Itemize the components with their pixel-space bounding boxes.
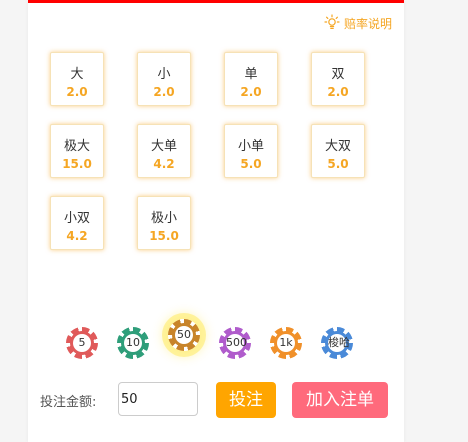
chip-4[interactable]: 1k bbox=[270, 327, 302, 359]
betting-panel: 赔率说明 大 2.0 小 2.0 单 2.0 双 2.0 极大 15.0 大单 4.2 小单 5.0 大双 5… bbox=[28, 0, 404, 442]
add-to-slip-button[interactable]: 加入注单 bbox=[292, 382, 388, 418]
chip-2[interactable]: 50 bbox=[168, 319, 200, 351]
chip-selector: 5 10 50 500 1k 梭哈 bbox=[66, 319, 366, 361]
top-accent-bar bbox=[28, 0, 404, 3]
chip-1[interactable]: 10 bbox=[117, 327, 149, 359]
chip-0[interactable]: 5 bbox=[66, 327, 98, 359]
chip-label: 10 bbox=[124, 334, 142, 352]
chip-5[interactable]: 梭哈 bbox=[321, 327, 353, 359]
bet-option-name: 小双 bbox=[63, 211, 90, 226]
bet-option-odds: 2.0 bbox=[153, 85, 175, 99]
lightbulb-icon bbox=[324, 14, 340, 33]
bet-option[interactable]: 小 2.0 bbox=[137, 52, 191, 106]
bet-option-name: 极小 bbox=[150, 211, 177, 226]
odds-explanation-label: 赔率说明 bbox=[343, 17, 392, 31]
bet-option[interactable]: 极小 15.0 bbox=[137, 196, 191, 250]
bet-option[interactable]: 单 2.0 bbox=[224, 52, 278, 106]
bet-option-odds: 15.0 bbox=[62, 157, 92, 171]
bet-option[interactable]: 小单 5.0 bbox=[224, 124, 278, 178]
chip-label: 梭哈 bbox=[328, 334, 350, 352]
bet-option-odds: 5.0 bbox=[327, 157, 349, 171]
odds-explanation-link[interactable]: 赔率说明 bbox=[324, 14, 392, 33]
bet-option-name: 小 bbox=[157, 67, 171, 82]
bet-option[interactable]: 双 2.0 bbox=[311, 52, 365, 106]
bet-option-odds: 2.0 bbox=[240, 85, 262, 99]
bet-option-name: 极大 bbox=[63, 139, 90, 154]
bet-option[interactable]: 大单 4.2 bbox=[137, 124, 191, 178]
bet-option-name: 大单 bbox=[150, 139, 177, 154]
bet-option-odds: 4.2 bbox=[153, 157, 175, 171]
bet-option[interactable]: 大双 5.0 bbox=[311, 124, 365, 178]
bet-option-name: 大双 bbox=[324, 139, 351, 154]
chip-3[interactable]: 500 bbox=[219, 327, 251, 359]
chip-label: 5 bbox=[73, 334, 91, 352]
chip-label: 50 bbox=[175, 326, 193, 344]
bet-option[interactable]: 大 2.0 bbox=[50, 52, 104, 106]
bet-option-name: 大 bbox=[70, 67, 84, 82]
bet-option[interactable]: 极大 15.0 bbox=[50, 124, 104, 178]
bet-option[interactable]: 小双 4.2 bbox=[50, 196, 104, 250]
bet-option-name: 单 bbox=[244, 67, 258, 82]
bet-option-name: 双 bbox=[331, 67, 345, 82]
bet-form: 投注金额: 投注 加入注单 bbox=[28, 380, 404, 420]
bet-option-odds: 2.0 bbox=[327, 85, 349, 99]
chip-label: 500 bbox=[226, 334, 247, 352]
bet-amount-input[interactable] bbox=[118, 382, 198, 416]
place-bet-button[interactable]: 投注 bbox=[216, 382, 276, 418]
bet-option-odds: 2.0 bbox=[66, 85, 88, 99]
bet-option-odds: 15.0 bbox=[149, 229, 179, 243]
bet-option-odds: 4.2 bbox=[66, 229, 88, 243]
chip-label: 1k bbox=[277, 334, 295, 352]
bet-option-odds: 5.0 bbox=[240, 157, 262, 171]
bet-amount-label: 投注金额: bbox=[40, 395, 97, 410]
bet-option-name: 小单 bbox=[237, 139, 264, 154]
